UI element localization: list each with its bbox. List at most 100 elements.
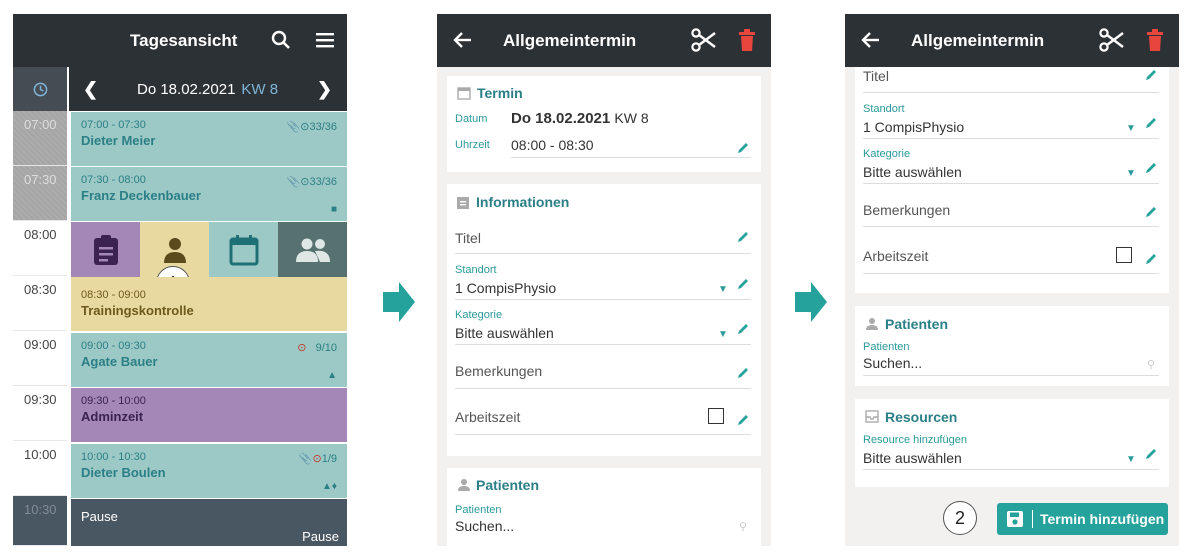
type-option-task[interactable] [71, 222, 140, 277]
appointment-card[interactable]: 07:00 - 07:30 Dieter Meier 📎⊙33/36 [71, 112, 347, 166]
arbeitszeit-checkbox[interactable] [1116, 247, 1132, 263]
appointment-time: 09:30 - 10:00 [81, 395, 146, 407]
pause-block[interactable]: Pause Pause [71, 499, 347, 546]
trash-icon[interactable] [1145, 28, 1165, 52]
pencil-icon[interactable] [736, 141, 750, 155]
button-separator [1032, 510, 1033, 528]
uhrzeit-value[interactable]: 08:00 - 08:30 [511, 137, 594, 153]
clipboard-icon [93, 234, 118, 265]
dropdown-caret-icon[interactable]: ▼ [1126, 168, 1136, 179]
resource-label: Resource hinzufügen [863, 434, 967, 446]
kategorie-select[interactable]: Bitte auswählen [863, 164, 962, 180]
arbeitszeit-label: Arbeitszeit [455, 409, 521, 425]
titel-field[interactable]: Titel [455, 230, 481, 246]
car-icon: ■ [330, 204, 337, 215]
search-icon[interactable] [269, 28, 293, 52]
dropdown-caret-icon[interactable]: ▼ [1126, 454, 1136, 465]
pencil-icon[interactable] [736, 322, 750, 336]
standort-select[interactable]: 1 CompisPhysio [455, 280, 556, 296]
pencil-icon[interactable] [1144, 447, 1158, 461]
pencil-icon[interactable] [736, 277, 750, 291]
pencil-icon[interactable] [1144, 68, 1158, 82]
dropdown-caret-icon[interactable]: ▼ [718, 284, 728, 295]
divider [863, 138, 1159, 139]
appointment-card[interactable]: 07:30 - 08:00 Franz Deckenbauer 📎⊙33/36 … [71, 167, 347, 221]
dropdown-caret-icon[interactable]: ▼ [1126, 123, 1136, 134]
pencil-icon[interactable] [736, 366, 750, 380]
next-day-button[interactable]: ❯ [317, 79, 332, 100]
appointment-card[interactable]: 10:00 - 10:30 Dieter Boulen 📎⊙1/9 ▲♦ [71, 444, 347, 498]
standort-label: Standort [455, 264, 497, 276]
back-arrow-icon[interactable] [451, 28, 475, 52]
date-bar: ❮ Do 18.02.2021 KW 8 ❯ [13, 67, 347, 111]
divider [863, 183, 1159, 184]
day-view-screen: Tagesansicht ❮ Do 18.02.2021 KW 8 ❯ 07:00… [13, 14, 347, 546]
appointment-card[interactable]: 09:00 - 09:30 Agate Bauer ⊙ 9/10 ▲ [71, 333, 347, 387]
resource-select[interactable]: Bitte auswählen [863, 450, 962, 466]
scissors-icon[interactable] [691, 28, 717, 52]
bemerkungen-field[interactable]: Bemerkungen [455, 363, 542, 379]
search-icon: ⚲ [1147, 359, 1156, 371]
patienten-label: Patienten [863, 341, 910, 353]
calendar-icon [229, 234, 258, 265]
save-appointment-button[interactable]: Termin hinzufügen [997, 503, 1168, 535]
dropdown-caret-icon[interactable]: ▼ [718, 329, 728, 340]
divider [863, 92, 1159, 93]
time-slot: 10:30 [13, 496, 67, 546]
time-slot: 07:00 [13, 111, 67, 166]
floppy-disk-icon [1007, 511, 1023, 527]
informationen-heading: Informationen [476, 194, 570, 210]
arbeitszeit-checkbox[interactable] [708, 408, 724, 424]
prev-day-button[interactable]: ❮ [83, 79, 98, 100]
save-button-label: Termin hinzufügen [1040, 511, 1165, 527]
kategorie-select[interactable]: Bitte auswählen [455, 325, 554, 341]
divider [863, 273, 1159, 274]
divider [455, 344, 751, 345]
pencil-icon[interactable] [1144, 252, 1158, 266]
divider [455, 434, 751, 435]
person-icon [458, 479, 470, 491]
page-title: Tagesansicht [130, 31, 238, 50]
app-header: Tagesansicht [13, 14, 347, 67]
calendar-icon [457, 87, 471, 100]
flow-arrow-icon [383, 282, 415, 322]
appointment-card[interactable]: 09:30 - 10:00 Adminzeit [71, 388, 347, 442]
informationen-card: Titel Standort 1 CompisPhysio ▼ Kategori… [855, 60, 1169, 293]
arbeitszeit-label: Arbeitszeit [863, 248, 929, 264]
type-option-group[interactable] [278, 222, 347, 277]
standort-select[interactable]: 1 CompisPhysio [863, 119, 964, 135]
menu-icon[interactable] [313, 28, 337, 52]
person-icon [163, 237, 186, 263]
time-column: 07:00 07:30 08:00 08:30 09:00 09:30 10:0… [13, 111, 69, 546]
bemerkungen-field[interactable]: Bemerkungen [863, 202, 950, 218]
clock-cell [13, 67, 69, 111]
appointment-card[interactable]: 08:30 - 09:00 Trainingskontrolle [71, 277, 347, 331]
pencil-icon[interactable] [1144, 161, 1158, 175]
patienten-heading: Patienten [885, 316, 949, 332]
type-option-calendar[interactable] [209, 222, 278, 277]
divider [455, 253, 751, 254]
scissors-icon[interactable] [1099, 28, 1125, 52]
pencil-icon[interactable] [736, 230, 750, 244]
time-slot: 08:00 [13, 221, 67, 276]
page-title: Allgemeintermin [503, 31, 637, 50]
pencil-icon[interactable] [1144, 116, 1158, 130]
patienten-card: Patienten Patienten Suchen... ⚲ [855, 306, 1169, 386]
appointment-name: Dieter Boulen [81, 465, 166, 480]
back-arrow-icon[interactable] [859, 28, 883, 52]
kategorie-label: Kategorie [455, 309, 503, 321]
pencil-icon[interactable] [1144, 205, 1158, 219]
appointment-type-picker [71, 222, 347, 277]
divider [863, 226, 1159, 227]
trash-icon[interactable] [737, 28, 757, 52]
patienten-search-input[interactable]: Suchen... [863, 355, 922, 371]
divider [863, 375, 1159, 376]
patienten-search-input[interactable]: Suchen... [455, 518, 514, 534]
appointment-name: Dieter Meier [81, 133, 156, 148]
appointment-meta: ⊙ 9/10 [297, 342, 337, 354]
divider [863, 469, 1159, 470]
pencil-icon[interactable] [736, 413, 750, 427]
titel-field[interactable]: Titel [863, 68, 889, 84]
current-date: Do 18.02.2021 KW 8 [137, 81, 279, 98]
clock-icon [33, 82, 48, 97]
